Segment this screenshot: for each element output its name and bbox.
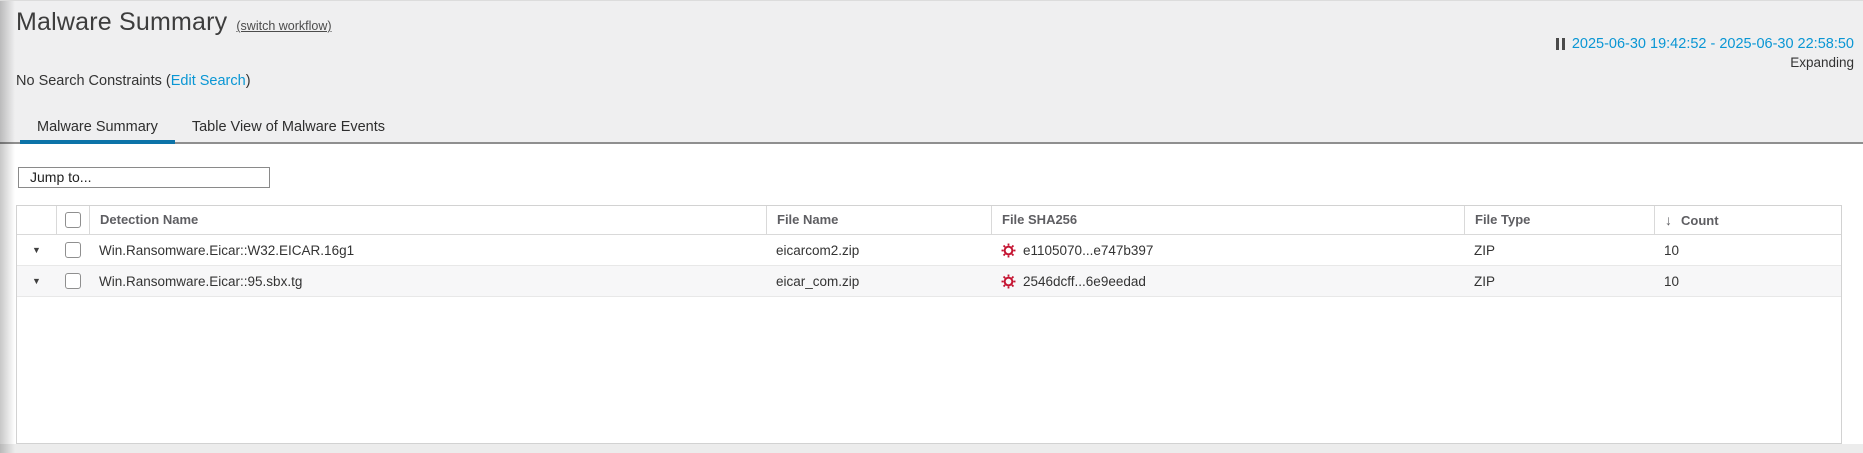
page-header: Malware Summary (switch workflow) 2025-0… bbox=[0, 1, 1863, 144]
file-name-cell: eicar_com.zip bbox=[766, 274, 991, 289]
column-header-count[interactable]: ↓ Count bbox=[1654, 206, 1841, 234]
row-checkbox[interactable] bbox=[65, 273, 81, 289]
file-sha256-text[interactable]: 2546dcff...6e9eedad bbox=[1023, 274, 1146, 289]
switch-workflow-link[interactable]: (switch workflow) bbox=[236, 19, 331, 33]
malware-disposition-icon[interactable] bbox=[1001, 243, 1016, 258]
page-title: Malware Summary bbox=[16, 8, 227, 37]
time-window-mode: Expanding bbox=[1556, 55, 1854, 70]
expand-row-icon[interactable]: ▼ bbox=[32, 246, 41, 255]
header-checkbox-cell bbox=[56, 206, 89, 234]
time-range-link[interactable]: 2025-06-30 19:42:52 - 2025-06-30 22:58:5… bbox=[1572, 36, 1854, 52]
select-all-checkbox[interactable] bbox=[65, 212, 81, 228]
pause-icon[interactable] bbox=[1556, 38, 1565, 50]
title-row: Malware Summary (switch workflow) bbox=[16, 8, 332, 37]
malware-disposition-icon[interactable] bbox=[1001, 274, 1016, 289]
time-window-area: 2025-06-30 19:42:52 - 2025-06-30 22:58:5… bbox=[1556, 36, 1854, 70]
count-cell: 10 bbox=[1654, 274, 1841, 289]
expand-row-icon[interactable]: ▼ bbox=[32, 277, 41, 286]
sort-descending-icon: ↓ bbox=[1665, 212, 1672, 228]
constraints-suffix: ) bbox=[246, 73, 251, 89]
tab-table-view-of-malware-events[interactable]: Table View of Malware Events bbox=[175, 119, 402, 144]
constraints-prefix: No Search Constraints ( bbox=[16, 73, 171, 89]
search-constraints: No Search Constraints (Edit Search) bbox=[16, 73, 251, 89]
file-sha256-cell: 2546dcff...6e9eedad bbox=[991, 274, 1464, 289]
row-checkbox[interactable] bbox=[65, 242, 81, 258]
column-header-file-name[interactable]: File Name bbox=[766, 206, 991, 234]
tab-malware-summary[interactable]: Malware Summary bbox=[20, 119, 175, 144]
table-row: ▼ Win.Ransomware.Eicar::95.sbx.tg eicar_… bbox=[17, 266, 1841, 297]
column-header-file-type[interactable]: File Type bbox=[1464, 206, 1654, 234]
file-type-cell: ZIP bbox=[1464, 243, 1654, 258]
detection-name-cell: Win.Ransomware.Eicar::95.sbx.tg bbox=[89, 274, 766, 289]
malware-summary-table: Detection Name File Name File SHA256 Fil… bbox=[16, 205, 1842, 444]
file-type-cell: ZIP bbox=[1464, 274, 1654, 289]
header-expand-cell bbox=[17, 206, 56, 234]
content-area: Jump to... Detection Name File Name File… bbox=[0, 144, 1863, 453]
table-row: ▼ Win.Ransomware.Eicar::W32.EICAR.16g1 e… bbox=[17, 235, 1841, 266]
column-header-detection-name[interactable]: Detection Name bbox=[89, 206, 766, 234]
malware-summary-page: Malware Summary (switch workflow) 2025-0… bbox=[0, 0, 1863, 452]
file-name-cell: eicarcom2.zip bbox=[766, 243, 991, 258]
detection-name-cell: Win.Ransomware.Eicar::W32.EICAR.16g1 bbox=[89, 243, 766, 258]
table-header-row: Detection Name File Name File SHA256 Fil… bbox=[17, 206, 1841, 235]
workflow-tabs: Malware Summary Table View of Malware Ev… bbox=[20, 119, 402, 144]
edit-search-link[interactable]: Edit Search bbox=[171, 73, 246, 89]
count-header-label: Count bbox=[1681, 213, 1719, 228]
column-header-file-sha256[interactable]: File SHA256 bbox=[991, 206, 1464, 234]
count-cell: 10 bbox=[1654, 243, 1841, 258]
file-sha256-cell: e1105070...e747b397 bbox=[991, 243, 1464, 258]
jump-to-dropdown[interactable]: Jump to... bbox=[18, 167, 270, 188]
file-sha256-text[interactable]: e1105070...e747b397 bbox=[1023, 243, 1153, 258]
